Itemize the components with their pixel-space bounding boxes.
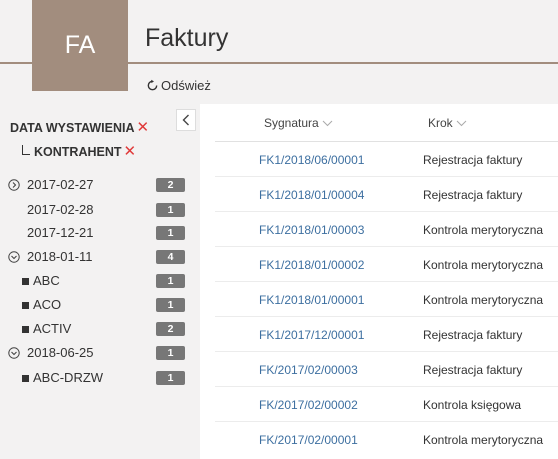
count-badge: 2 bbox=[156, 178, 185, 192]
filter-data-wystawienia: DATA WYSTAWIENIA ✕ bbox=[10, 120, 149, 135]
collapse-sidebar-button[interactable] bbox=[176, 109, 196, 131]
row-separator bbox=[215, 281, 558, 282]
tree-corner-icon bbox=[22, 144, 30, 155]
column-label: Sygnatura bbox=[264, 116, 319, 130]
tree-item[interactable]: 2018-01-11 4 bbox=[0, 245, 200, 269]
row-separator bbox=[215, 246, 558, 247]
cell-sygnatura-link[interactable]: FK1/2018/06/00001 bbox=[259, 153, 364, 167]
cell-krok: Rejestracja faktury bbox=[423, 188, 523, 202]
tree-item-label: ABC-DRZW bbox=[33, 370, 104, 385]
cell-sygnatura-link[interactable]: FK1/2018/01/00003 bbox=[259, 223, 364, 237]
row-separator bbox=[215, 316, 558, 317]
cell-sygnatura-link[interactable]: FK/2017/02/00001 bbox=[259, 433, 358, 447]
row-separator bbox=[215, 421, 558, 422]
tree-item[interactable]: 2017-02-27 2 bbox=[0, 173, 200, 197]
tree-item[interactable]: ACO 1 bbox=[0, 293, 200, 317]
tree-item-label: 2018-06-25 bbox=[27, 345, 94, 360]
close-icon[interactable]: ✕ bbox=[124, 144, 137, 159]
count-badge: 1 bbox=[156, 226, 185, 240]
cell-krok: Kontrola merytoryczna bbox=[423, 223, 544, 237]
row-separator bbox=[215, 176, 558, 177]
count-badge: 1 bbox=[156, 346, 185, 360]
row-separator bbox=[215, 211, 558, 212]
column-header-krok[interactable]: Krok bbox=[428, 116, 467, 130]
cell-sygnatura-link[interactable]: FK1/2018/01/00001 bbox=[259, 293, 364, 307]
refresh-label: Odśwież bbox=[161, 77, 211, 93]
chevron-down-icon bbox=[322, 120, 333, 126]
filter-label: KONTRAHENT bbox=[34, 144, 122, 159]
tree-item[interactable]: ABC-DRZW 1 bbox=[0, 366, 200, 390]
bullet-square-icon bbox=[19, 372, 31, 384]
cell-krok: Kontrola merytoryczna bbox=[423, 293, 544, 307]
chevron-down-icon bbox=[456, 120, 467, 126]
filter-label: DATA WYSTAWIENIA bbox=[10, 120, 135, 135]
tree-item-label: ACTIV bbox=[33, 321, 72, 336]
cell-krok: Rejestracja faktury bbox=[423, 363, 523, 377]
close-icon[interactable]: ✕ bbox=[137, 120, 150, 135]
tree-item-label: 2017-02-28 bbox=[27, 202, 94, 217]
tree-item-label: 2017-02-27 bbox=[27, 177, 94, 192]
count-badge: 1 bbox=[156, 203, 185, 217]
circle-arrow-down-icon[interactable] bbox=[8, 251, 20, 263]
row-separator bbox=[215, 351, 558, 352]
refresh-button[interactable]: Odśwież bbox=[146, 76, 211, 94]
cell-krok: Rejestracja faktury bbox=[423, 153, 523, 167]
bullet-square-icon bbox=[19, 299, 31, 311]
cell-krok: Kontrola merytoryczna bbox=[423, 258, 544, 272]
column-label: Krok bbox=[428, 116, 453, 130]
tree-item-label: ACO bbox=[33, 297, 62, 312]
tree-item-label: ABC bbox=[33, 273, 60, 288]
page-title: Faktury bbox=[145, 24, 229, 52]
cell-krok: Kontrola merytoryczna bbox=[423, 433, 544, 447]
bullet-square-icon bbox=[19, 323, 31, 335]
cell-sygnatura-link[interactable]: FK/2017/02/00002 bbox=[259, 398, 358, 412]
count-badge: 4 bbox=[156, 250, 185, 264]
tree-item[interactable]: 2017-12-21 1 bbox=[0, 221, 200, 245]
refresh-icon bbox=[147, 79, 158, 90]
cell-krok: Kontrola księgowa bbox=[423, 398, 522, 412]
tree-item-label: 2017-12-21 bbox=[27, 225, 94, 240]
app-tile: FA bbox=[32, 0, 128, 91]
chevron-left-icon bbox=[182, 114, 189, 126]
cell-sygnatura-link[interactable]: FK/2017/02/00003 bbox=[259, 363, 358, 377]
cell-sygnatura-link[interactable]: FK1/2018/01/00002 bbox=[259, 258, 364, 272]
tree-item[interactable]: ACTIV 2 bbox=[0, 317, 200, 341]
count-badge: 1 bbox=[156, 371, 185, 385]
tree-item[interactable]: 2017-02-28 1 bbox=[0, 198, 200, 222]
circle-arrow-right-icon[interactable] bbox=[8, 179, 20, 191]
row-separator bbox=[215, 386, 558, 387]
count-badge: 2 bbox=[156, 322, 185, 336]
tree-item-label: 2018-01-11 bbox=[27, 249, 93, 264]
count-badge: 1 bbox=[156, 274, 185, 288]
circle-arrow-down-icon[interactable] bbox=[8, 347, 20, 359]
cell-krok: Rejestracja faktury bbox=[423, 328, 523, 342]
tree-item[interactable]: 2018-06-25 1 bbox=[0, 341, 200, 365]
header-separator bbox=[215, 141, 558, 142]
cell-sygnatura-link[interactable]: FK1/2018/01/00004 bbox=[259, 188, 364, 202]
bullet-square-icon bbox=[19, 275, 31, 287]
cell-sygnatura-link[interactable]: FK1/2017/12/00001 bbox=[259, 328, 364, 342]
tree-item[interactable]: ABC 1 bbox=[0, 269, 200, 293]
column-header-sygnatura[interactable]: Sygnatura bbox=[264, 116, 333, 130]
filter-kontrahent: KONTRAHENT ✕ bbox=[22, 144, 136, 159]
count-badge: 1 bbox=[156, 298, 185, 312]
